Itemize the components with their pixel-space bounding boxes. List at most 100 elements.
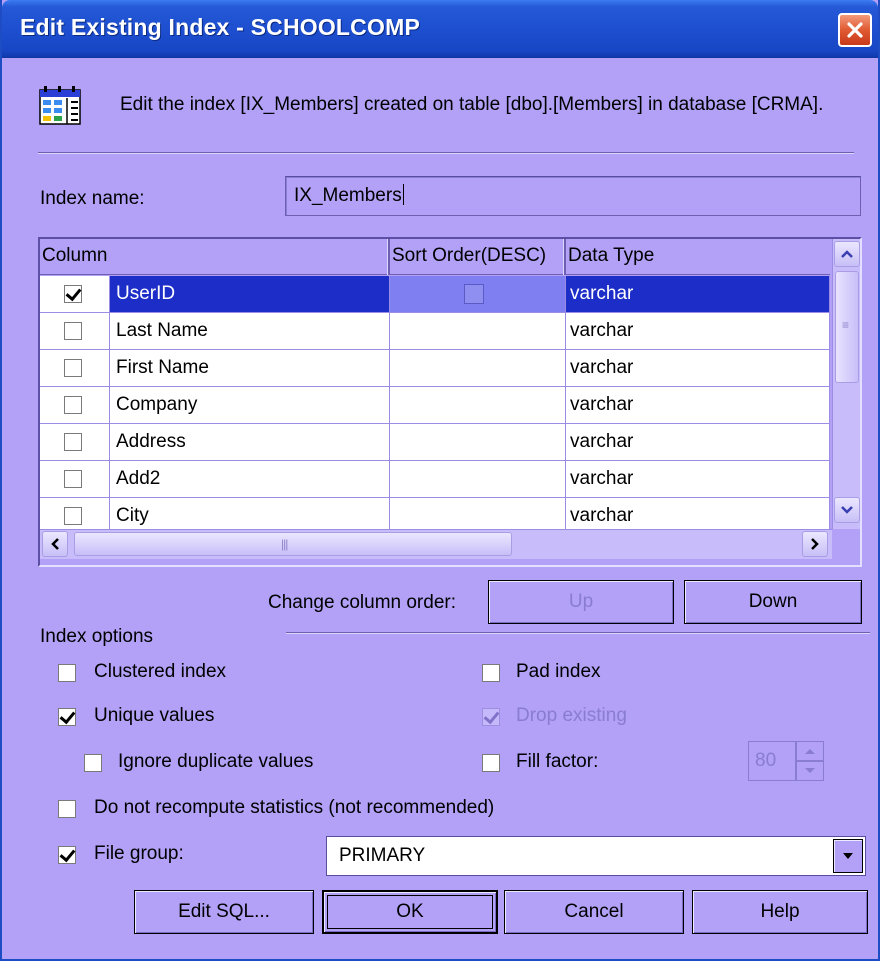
- vertical-scrollbar[interactable]: ≡: [832, 239, 860, 529]
- row-include-checkbox[interactable]: [64, 396, 82, 414]
- spin-up-icon: [805, 749, 815, 754]
- file-group-value: PRIMARY: [339, 845, 426, 866]
- data-type-cell: varchar: [566, 313, 830, 350]
- dialog-window: Edit Existing Index - SCHOOLCOMP Edit th…: [0, 0, 880, 961]
- sort-order-cell[interactable]: [390, 276, 566, 313]
- columns-grid[interactable]: Column Sort Order(DESC) Data Type UserID…: [38, 237, 862, 567]
- row-include-cell[interactable]: [40, 387, 110, 424]
- horizontal-scroll-thumb[interactable]: |||: [74, 532, 512, 556]
- fill-factor-down-button: [796, 761, 824, 781]
- scroll-up-button[interactable]: [834, 241, 860, 267]
- row-include-checkbox[interactable]: [64, 359, 82, 377]
- table-row[interactable]: Address varchar: [40, 424, 830, 461]
- column-name-cell[interactable]: UserID: [110, 276, 390, 313]
- fill-factor-value: 80: [755, 750, 777, 771]
- column-name-cell[interactable]: Address: [110, 424, 390, 461]
- table-row[interactable]: UserID varchar: [40, 276, 830, 313]
- data-type-cell: varchar: [566, 387, 830, 424]
- sort-order-cell[interactable]: [390, 387, 566, 424]
- file-group-select[interactable]: PRIMARY: [326, 836, 866, 876]
- file-group-label[interactable]: File group:: [94, 843, 184, 865]
- grip-icon: ≡: [842, 318, 849, 332]
- table-row[interactable]: Company varchar: [40, 387, 830, 424]
- chevron-up-icon: [841, 250, 853, 258]
- vertical-scroll-thumb[interactable]: ≡: [835, 271, 859, 383]
- row-include-cell[interactable]: [40, 424, 110, 461]
- column-name-cell[interactable]: Add2: [110, 461, 390, 498]
- grid-header: Column Sort Order(DESC) Data Type: [40, 239, 830, 275]
- down-button[interactable]: Down: [684, 580, 862, 624]
- description-text: Edit the index [IX_Members] created on t…: [120, 94, 824, 115]
- row-include-checkbox[interactable]: [64, 285, 82, 303]
- row-include-cell[interactable]: [40, 276, 110, 313]
- close-button[interactable]: [838, 13, 872, 47]
- cancel-button[interactable]: Cancel: [504, 890, 684, 934]
- header-data-type[interactable]: Data Type: [566, 239, 830, 275]
- table-row[interactable]: First Name varchar: [40, 350, 830, 387]
- column-name-cell[interactable]: Last Name: [110, 313, 390, 350]
- down-button-label: Down: [748, 591, 798, 612]
- table-row[interactable]: Add2 varchar: [40, 461, 830, 498]
- data-type-cell: varchar: [566, 424, 830, 461]
- unique-values-checkbox[interactable]: [58, 708, 76, 726]
- window-title: Edit Existing Index - SCHOOLCOMP: [20, 14, 420, 40]
- help-label: Help: [760, 901, 800, 922]
- options-divider: [286, 632, 870, 634]
- horizontal-scrollbar[interactable]: |||: [40, 529, 832, 559]
- index-options-label: Index options: [40, 626, 154, 647]
- edit-sql-button[interactable]: Edit SQL...: [134, 890, 314, 934]
- sort-order-cell[interactable]: [390, 424, 566, 461]
- index-name-value: IX_Members: [294, 185, 402, 206]
- ignore-duplicates-checkbox[interactable]: [84, 754, 102, 772]
- column-name-cell[interactable]: Company: [110, 387, 390, 424]
- ok-button[interactable]: OK: [322, 890, 498, 934]
- file-group-checkbox[interactable]: [58, 846, 76, 864]
- pad-index-label[interactable]: Pad index: [516, 661, 601, 683]
- scroll-left-button[interactable]: [42, 531, 68, 557]
- sort-order-cell[interactable]: [390, 461, 566, 498]
- column-name-cell[interactable]: First Name: [110, 350, 390, 387]
- column-order-label: Change column order:: [268, 592, 456, 613]
- row-include-checkbox[interactable]: [64, 322, 82, 340]
- drop-existing-checkbox: [482, 708, 500, 726]
- spin-down-icon: [805, 768, 815, 773]
- cancel-label: Cancel: [564, 901, 624, 922]
- clustered-index-checkbox[interactable]: [58, 664, 76, 682]
- scroll-right-button[interactable]: [802, 531, 828, 557]
- no-recompute-checkbox[interactable]: [58, 800, 76, 818]
- sort-order-cell[interactable]: [390, 313, 566, 350]
- grip-icon: |||: [281, 537, 288, 551]
- drop-existing-label: Drop existing: [516, 705, 627, 726]
- edit-sql-label: Edit SQL...: [178, 901, 270, 922]
- sort-desc-checkbox[interactable]: [464, 284, 484, 304]
- dropdown-button[interactable]: [833, 839, 863, 873]
- row-include-checkbox[interactable]: [64, 433, 82, 451]
- fill-factor-input: 80: [748, 741, 796, 781]
- help-button[interactable]: Help: [692, 890, 868, 934]
- row-include-cell[interactable]: [40, 313, 110, 350]
- header-sort-order[interactable]: Sort Order(DESC): [390, 239, 566, 275]
- index-name-input[interactable]: IX_Members: [285, 176, 861, 216]
- unique-values-label[interactable]: Unique values: [94, 705, 214, 727]
- row-include-cell[interactable]: [40, 350, 110, 387]
- fill-factor-label[interactable]: Fill factor:: [516, 751, 598, 773]
- table-row[interactable]: Last Name varchar: [40, 313, 830, 350]
- up-button-label: Up: [568, 591, 594, 612]
- up-button[interactable]: Up: [488, 580, 674, 624]
- clustered-index-label[interactable]: Clustered index: [94, 661, 226, 683]
- title-bar[interactable]: Edit Existing Index - SCHOOLCOMP: [2, 0, 878, 58]
- ok-label: OK: [396, 901, 424, 922]
- data-type-cell: varchar: [566, 276, 830, 313]
- sort-order-cell[interactable]: [390, 350, 566, 387]
- header-column[interactable]: Column: [40, 239, 390, 275]
- pad-index-checkbox[interactable]: [482, 664, 500, 682]
- index-name-label: Index name:: [40, 188, 145, 209]
- ignore-duplicates-label[interactable]: Ignore duplicate values: [118, 751, 313, 773]
- row-include-checkbox[interactable]: [64, 470, 82, 488]
- no-recompute-label[interactable]: Do not recompute statistics (not recomme…: [94, 797, 494, 819]
- row-include-cell[interactable]: [40, 461, 110, 498]
- row-include-checkbox[interactable]: [64, 507, 82, 525]
- fill-factor-checkbox[interactable]: [482, 754, 500, 772]
- close-icon: [847, 22, 863, 38]
- scroll-down-button[interactable]: [834, 497, 860, 523]
